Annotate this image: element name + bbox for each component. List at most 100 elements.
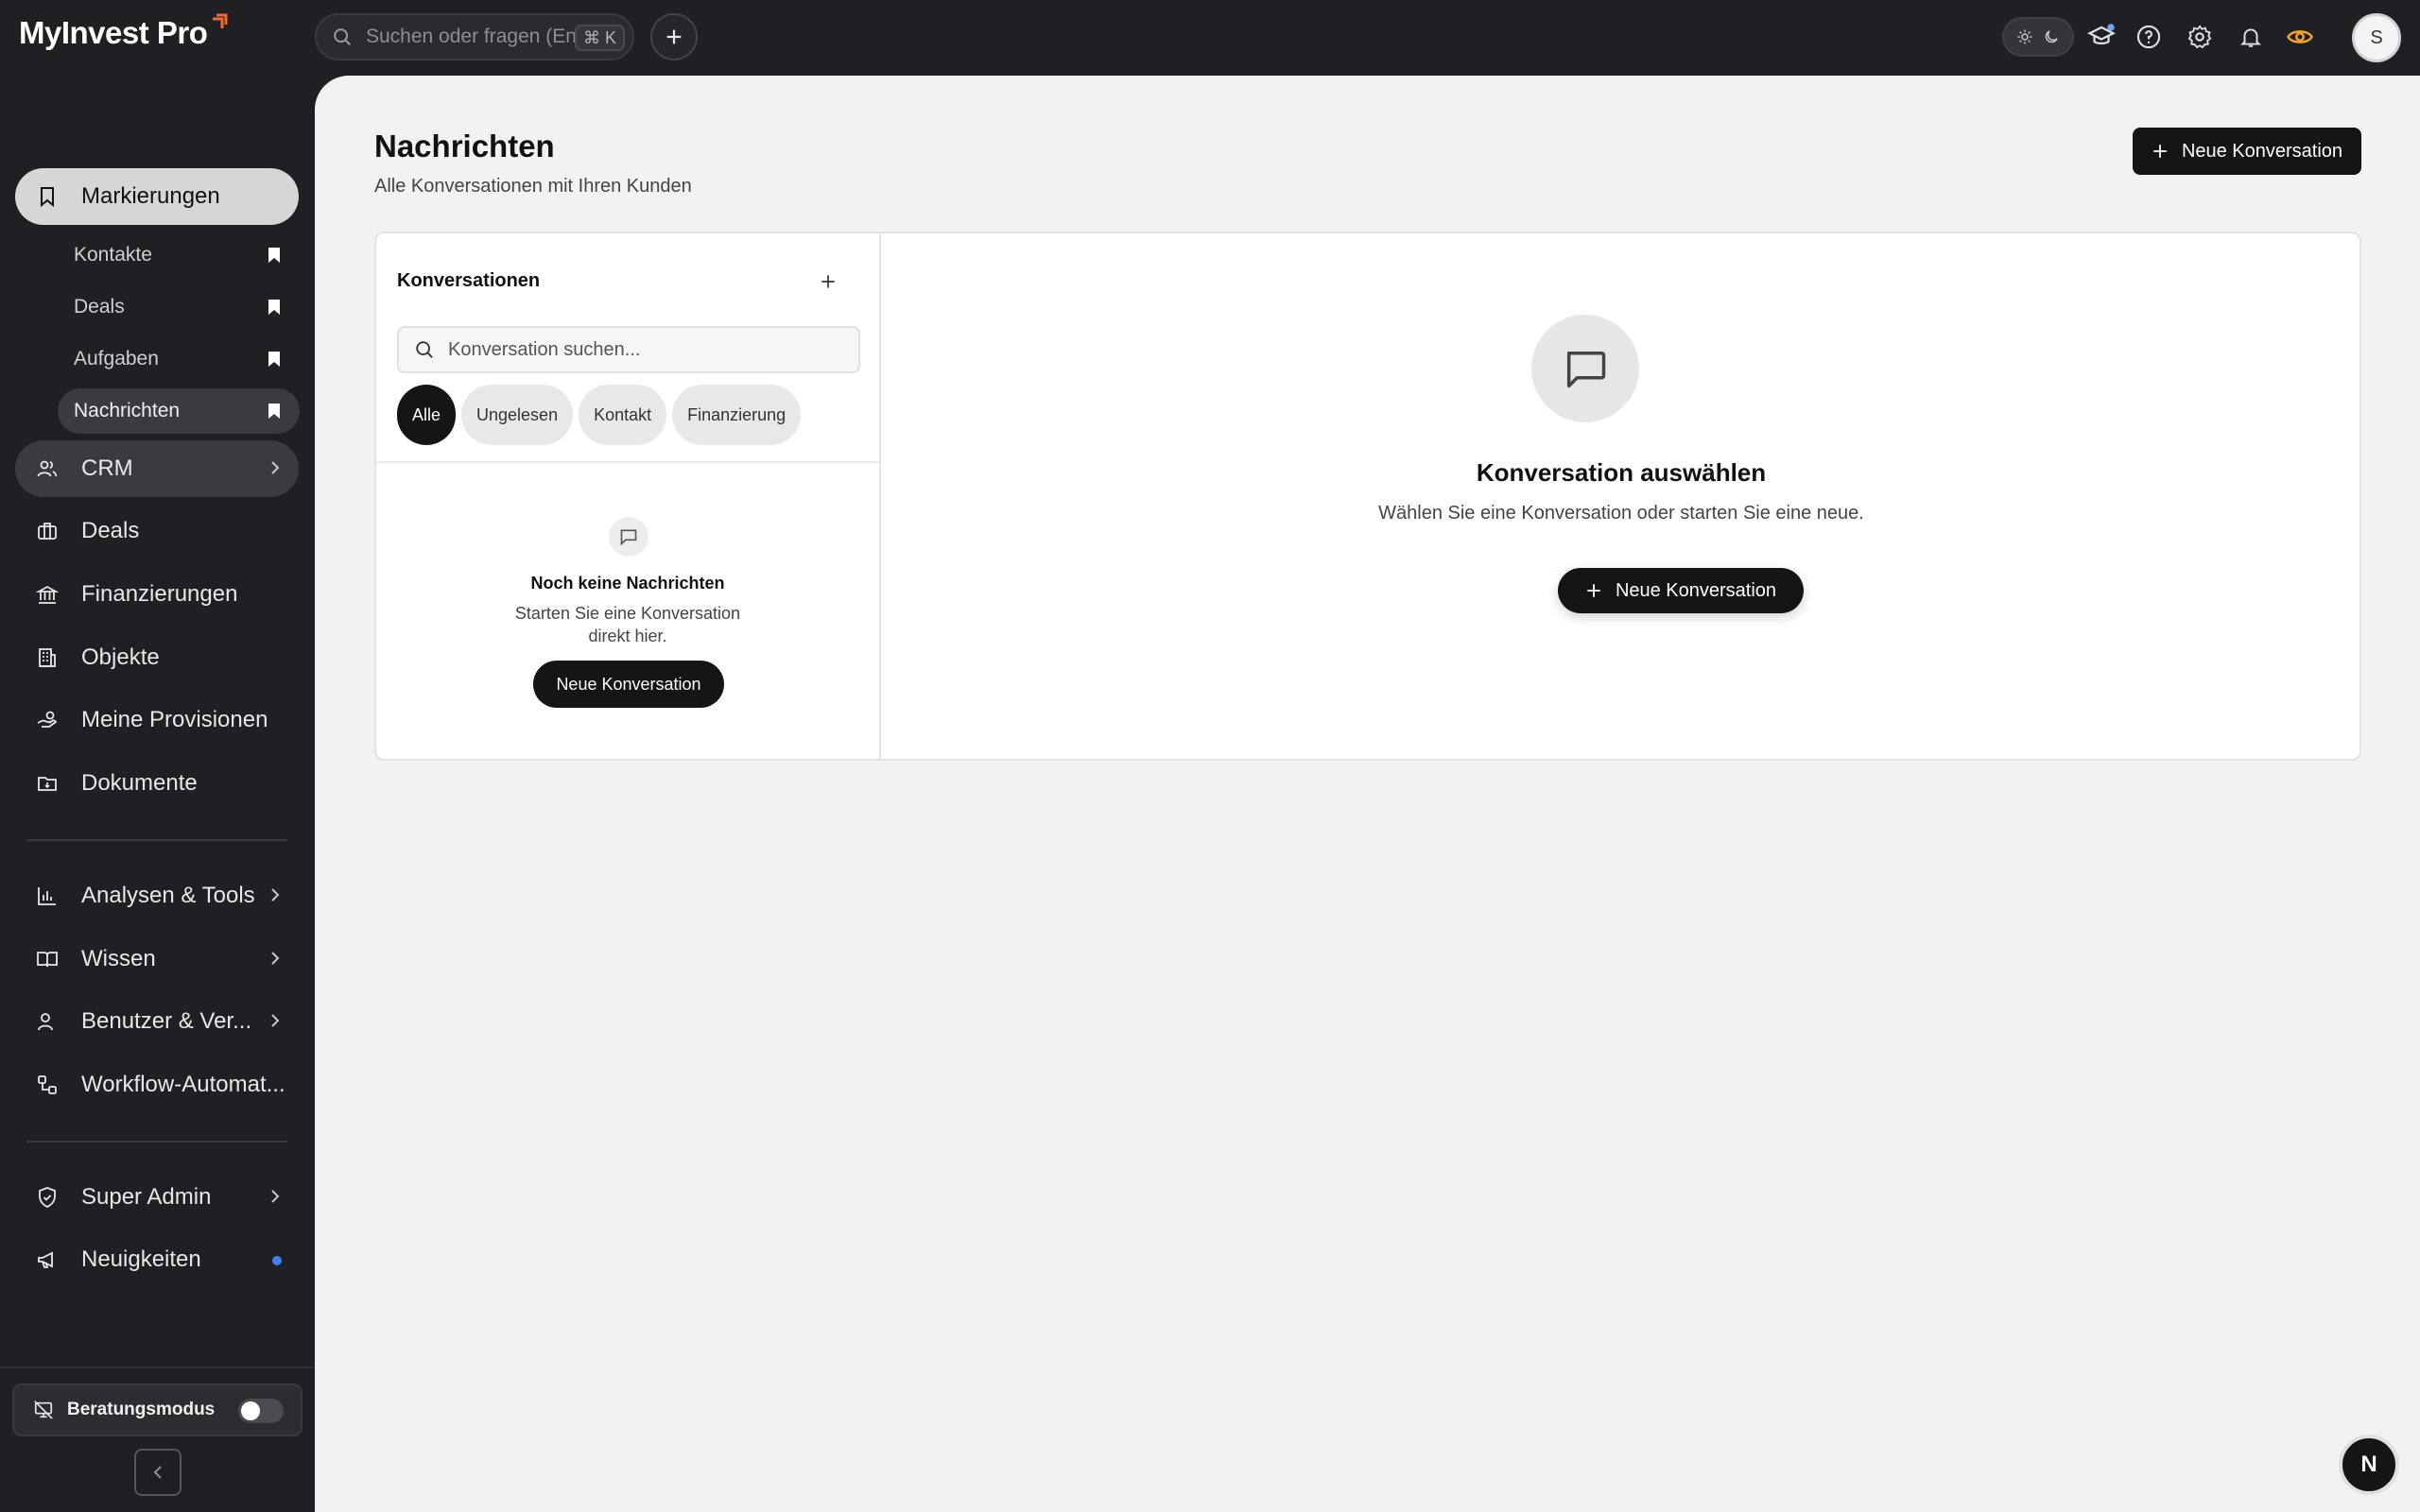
brand-arrow-icon (209, 13, 228, 32)
shield-check-icon (34, 1184, 60, 1211)
sidebar-item-label: Workflow-Automat... (81, 1072, 285, 1097)
book-open-icon (34, 946, 60, 972)
sidebar-item-finanzierungen[interactable]: Finanzierungen (15, 566, 299, 623)
sidebar-item-bookmarks[interactable]: Markierungen (15, 168, 299, 225)
sidebar-item-neuigkeiten[interactable]: Neuigkeiten (15, 1231, 299, 1288)
bookmark-item-aufgaben[interactable]: Aufgaben (58, 336, 300, 382)
bookmark-filled-icon (268, 247, 281, 264)
list-divider (376, 461, 879, 463)
devtools-badge[interactable]: N (2339, 1435, 2399, 1495)
sidebar-item-label: Super Admin (81, 1184, 212, 1210)
plus-icon (664, 26, 684, 47)
top-bar: MyInvest Pro Suchen oder fragen (Enter) … (0, 0, 2420, 76)
filter-chip-ungelesen[interactable]: Ungelesen (461, 385, 574, 445)
filter-chip-finanzierung[interactable]: Finanzierung (672, 385, 802, 445)
bar-chart-icon (34, 883, 60, 909)
select-conversation-title: Konversation auswählen (1476, 458, 1767, 487)
sidebar-item-dokumente[interactable]: Dokumente (15, 755, 299, 812)
bookmark-filled-icon (268, 351, 281, 368)
global-search[interactable]: Suchen oder fragen (Enter) ⌘ K (315, 13, 634, 60)
button-label: Neue Konversation (1615, 579, 1777, 601)
sidebar-divider (26, 839, 287, 841)
bookmark-filled-icon (268, 403, 281, 420)
sidebar-footer-divider (0, 1366, 315, 1368)
conversation-search-input[interactable]: Konversation suchen... (397, 326, 860, 373)
sidebar-item-wissen[interactable]: Wissen (15, 931, 299, 988)
page-title: Nachrichten (374, 129, 555, 163)
add-conversation-button[interactable] (815, 268, 841, 295)
button-label: Neue Konversation (2181, 140, 2343, 162)
academy-button[interactable] (2085, 21, 2118, 53)
select-conversation-description: Wählen Sie eine Konversation oder starte… (1378, 503, 1864, 524)
message-square-icon (609, 517, 648, 557)
plus-icon (2152, 143, 2169, 160)
chevron-right-icon (268, 1012, 282, 1029)
moon-icon (2043, 28, 2060, 45)
chevron-right-icon (268, 950, 282, 967)
building-icon (34, 644, 60, 671)
gear-icon (2187, 24, 2213, 50)
help-button[interactable] (2133, 21, 2165, 53)
bookmark-item-label: Kontakte (74, 244, 152, 266)
empty-list-new-conversation-button[interactable]: Neue Konversation (533, 661, 724, 708)
sidebar-item-analysen[interactable]: Analysen & Tools (15, 868, 299, 924)
notifications-button[interactable] (2235, 21, 2267, 53)
visibility-button[interactable] (2284, 21, 2316, 53)
sidebar-item-crm[interactable]: CRM (15, 440, 299, 497)
sun-icon (2016, 28, 2033, 45)
sidebar-item-objekte[interactable]: Objekte (15, 629, 299, 686)
consulting-mode-switch[interactable] (238, 1399, 284, 1423)
chevron-right-icon (268, 886, 282, 903)
bookmark-item-kontakte[interactable]: Kontakte (58, 232, 300, 278)
message-square-icon (1531, 315, 1639, 422)
bookmark-item-deals[interactable]: Deals (58, 284, 300, 330)
theme-toggle[interactable] (2002, 17, 2074, 57)
sidebar-item-deals[interactable]: Deals (15, 503, 299, 559)
bookmark-item-nachrichten[interactable]: Nachrichten (58, 388, 300, 434)
sidebar-item-label: Dokumente (81, 770, 198, 796)
sidebar-item-label: Deals (81, 518, 140, 543)
hand-coins-icon (34, 707, 60, 733)
conversation-list: Konversationen Konversation suchen... Al… (376, 233, 881, 759)
chevron-left-icon (151, 1464, 164, 1481)
users-icon (34, 455, 60, 482)
sidebar-item-label: Objekte (81, 644, 160, 670)
chevron-right-icon (268, 459, 282, 476)
consulting-mode-toggle-row[interactable]: Beratungsmodus (12, 1383, 302, 1436)
page-subtitle: Alle Konversationen mit Ihren Kunden (374, 176, 692, 197)
chevron-right-icon (268, 1188, 282, 1205)
user-cog-icon (34, 1008, 60, 1035)
messages-panel: Konversationen Konversation suchen... Al… (374, 232, 2361, 761)
search-icon (414, 339, 435, 360)
sidebar-item-label: Analysen & Tools (81, 883, 255, 908)
user-avatar[interactable]: S (2352, 13, 2401, 62)
sidebar-item-label: Benutzer & Ver... (81, 1008, 252, 1034)
quick-add-button[interactable] (650, 13, 698, 60)
brand-name: MyInvest Pro (19, 15, 208, 50)
workflow-icon (34, 1072, 60, 1098)
sidebar: Markierungen Kontakte Deals Aufgaben Nac… (0, 76, 315, 1512)
sidebar-item-label: Neuigkeiten (81, 1246, 201, 1272)
sidebar-item-provisionen[interactable]: Meine Provisionen (15, 692, 299, 748)
filter-chips: Alle Ungelesen Kontakt Finanzierung (397, 385, 802, 445)
settings-button[interactable] (2184, 21, 2216, 53)
filter-chip-alle[interactable]: Alle (397, 385, 457, 445)
brand-logo[interactable]: MyInvest Pro (19, 13, 228, 57)
collapse-sidebar-button[interactable] (134, 1449, 182, 1496)
main-content: Nachrichten Alle Konversationen mit Ihre… (315, 76, 2420, 1512)
sidebar-item-workflow[interactable]: Workflow-Automat... (15, 1057, 299, 1113)
unread-dot (272, 1256, 282, 1265)
empty-list-description: Starten Sie eine Konversation direkt hie… (514, 604, 741, 645)
sidebar-divider (26, 1141, 287, 1143)
search-icon (332, 26, 353, 47)
briefcase-icon (34, 518, 60, 544)
consulting-mode-label: Beratungsmodus (67, 1400, 216, 1419)
new-conversation-button[interactable]: Neue Konversation (2133, 128, 2361, 175)
start-conversation-button[interactable]: Neue Konversation (1558, 568, 1804, 613)
sidebar-item-benutzer[interactable]: Benutzer & Ver... (15, 993, 299, 1050)
filter-chip-kontakt[interactable]: Kontakt (579, 385, 667, 445)
sidebar-item-super-admin[interactable]: Super Admin (15, 1169, 299, 1226)
bell-icon (2238, 25, 2263, 49)
monitor-off-icon (33, 1400, 54, 1420)
sidebar-item-label: Markierungen (81, 183, 220, 209)
